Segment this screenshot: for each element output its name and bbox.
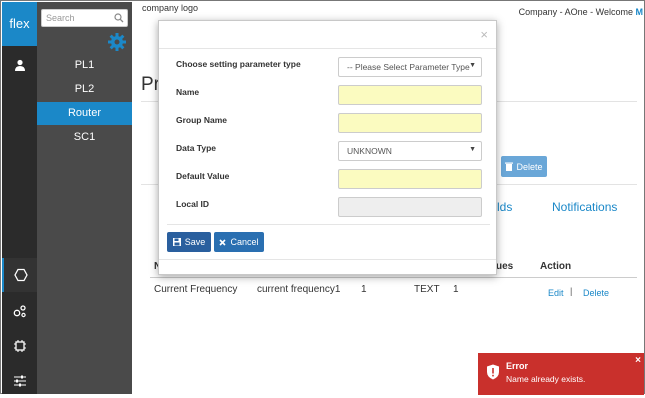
modal-close-button[interactable]: × <box>480 27 488 42</box>
table-header-action: Action <box>540 261 572 272</box>
name-label: Name <box>176 87 200 97</box>
nav-item-sc1[interactable]: SC1 <box>37 126 132 149</box>
param-type-select[interactable]: -- Please Select Parameter Type ▼ <box>338 57 482 77</box>
save-icon <box>172 238 181 246</box>
toast-title: Error <box>506 361 529 371</box>
data-type-value: UNKNOWN <box>347 146 392 156</box>
delete-label: Delete <box>516 161 543 172</box>
modal-header-divider <box>159 48 496 49</box>
brand-logo[interactable]: flex <box>2 2 37 46</box>
data-type-select[interactable]: UNKNOWN ▼ <box>338 141 482 161</box>
search-icon[interactable] <box>114 13 124 23</box>
hexagon-icon[interactable] <box>2 258 37 292</box>
nav-item-pl1[interactable]: PL1 <box>37 54 132 77</box>
cell-col3: 1 <box>361 284 367 295</box>
name-input[interactable] <box>338 85 482 105</box>
search-placeholder: Search <box>46 13 75 23</box>
chip-icon[interactable] <box>2 329 37 363</box>
default-value-input[interactable] <box>338 169 482 189</box>
user-icon[interactable] <box>2 48 37 82</box>
close-icon <box>219 238 227 246</box>
cell-type: TEXT <box>414 284 440 295</box>
data-type-label: Data Type <box>176 143 216 153</box>
search-input[interactable]: Search <box>41 9 128 27</box>
local-id-label: Local ID <box>176 199 210 209</box>
param-type-value: -- Please Select Parameter Type <box>347 62 470 72</box>
action-separator: | <box>570 286 573 296</box>
gear-icon[interactable] <box>107 32 127 52</box>
tab-fields[interactable]: lds <box>497 200 512 214</box>
nav-panel: Search PL1 PL2 Router SC1 <box>37 2 132 394</box>
icon-rail: flex <box>2 2 37 394</box>
sliders-icon[interactable] <box>2 364 37 398</box>
error-toast: Error Name already exists. × <box>478 353 644 395</box>
group-name-input[interactable] <box>338 113 482 133</box>
user-menu[interactable]: M <box>636 7 644 17</box>
chevron-down-icon: ▼ <box>469 62 476 69</box>
table-header-values: ues <box>496 261 514 272</box>
toast-message: Name already exists. <box>506 374 586 384</box>
nav-item-router[interactable]: Router <box>37 102 132 125</box>
company-name: Company - AOne - Welcome <box>518 7 633 17</box>
group-name-label: Group Name <box>176 115 228 125</box>
delete-button[interactable]: Delete <box>501 156 547 177</box>
welcome-text: Company - AOne - Welcome M <box>519 7 643 17</box>
chevron-down-icon: ▼ <box>469 146 476 153</box>
setting-parameter-modal: × Choose setting parameter type -- Pleas… <box>158 20 497 275</box>
share-nodes-icon[interactable] <box>2 294 37 328</box>
save-label: Save <box>184 237 206 247</box>
cell-key: current frequency1 <box>257 284 341 295</box>
app-frame: flex Search PL1 PL2 Router SC1 company l… <box>0 0 645 395</box>
cell-col5: 1 <box>453 284 459 295</box>
cell-name: Current Frequency <box>154 284 238 295</box>
default-value-label: Default Value <box>176 171 230 181</box>
modal-footer-divider <box>167 224 490 225</box>
trash-icon <box>505 162 514 171</box>
tab-notifications[interactable]: Notifications <box>552 200 617 214</box>
cancel-label: Cancel <box>230 237 259 247</box>
delete-link[interactable]: Delete <box>583 288 609 298</box>
param-type-label: Choose setting parameter type <box>176 59 301 69</box>
cancel-button[interactable]: Cancel <box>214 232 264 252</box>
table-header-rule <box>150 277 637 278</box>
modal-bottom-divider <box>159 259 496 260</box>
company-logo: company logo <box>142 3 199 13</box>
edit-link[interactable]: Edit <box>548 288 564 298</box>
shield-alert-icon <box>487 364 499 380</box>
local-id-input <box>338 197 482 217</box>
save-button[interactable]: Save <box>167 232 211 252</box>
toast-close-button[interactable]: × <box>635 355 641 366</box>
nav-item-pl2[interactable]: PL2 <box>37 78 132 101</box>
